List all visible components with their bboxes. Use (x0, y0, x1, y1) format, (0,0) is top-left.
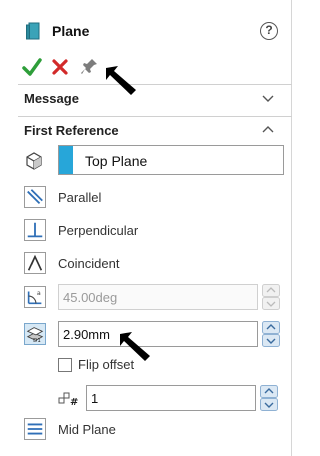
parallel-icon[interactable] (24, 186, 46, 208)
coincident-icon[interactable] (24, 252, 46, 274)
property-manager-panel: Plane ? Message First Reference Top Plan… (0, 0, 292, 456)
instance-count-icon: # (58, 392, 78, 407)
mid-plane-label: Mid Plane (58, 422, 116, 437)
svg-text:a: a (37, 290, 41, 297)
cursor-arrow-icon (120, 332, 150, 361)
first-reference-section-header[interactable]: First Reference (18, 116, 292, 142)
svg-text:D1: D1 (33, 338, 41, 344)
perpendicular-option[interactable]: Perpendicular (24, 219, 284, 243)
angle-icon[interactable]: a (24, 286, 46, 308)
angle-row: a 45.00deg (24, 284, 286, 310)
angle-input[interactable]: 45.00deg (58, 284, 258, 310)
instances-row: # 1 (58, 385, 286, 411)
parallel-label: Parallel (58, 190, 102, 205)
instances-input[interactable]: 1 (86, 385, 256, 411)
face-selection-icon (26, 152, 42, 170)
pushpin-icon[interactable] (80, 56, 100, 78)
first-reference-value: Top Plane (85, 153, 148, 169)
perpendicular-label: Perpendicular (58, 223, 139, 238)
first-reference-selection-row: Top Plane (24, 145, 284, 177)
coincident-option[interactable]: Coincident (24, 252, 284, 276)
panel-header: Plane ? (0, 0, 292, 48)
chevron-down-icon[interactable] (262, 93, 274, 103)
panel-title: Plane (52, 23, 90, 39)
x-icon[interactable] (50, 56, 70, 78)
mid-plane-option[interactable]: Mid Plane (24, 418, 284, 442)
cursor-arrow-icon (106, 66, 136, 95)
offset-distance-input[interactable]: 2.90mm (58, 321, 258, 347)
svg-text:#: # (70, 397, 78, 407)
message-section-label: Message (24, 91, 79, 106)
first-reference-section-label: First Reference (24, 123, 119, 138)
angle-spinner-icon[interactable] (262, 284, 280, 310)
parallel-option[interactable]: Parallel (24, 186, 284, 210)
first-reference-selection-box[interactable]: Top Plane (58, 145, 284, 175)
coincident-label: Coincident (58, 256, 120, 271)
offset-spinner-icon[interactable] (262, 321, 280, 347)
flip-offset-checkbox[interactable] (58, 358, 72, 372)
checkmark-icon[interactable] (22, 56, 42, 78)
perpendicular-icon[interactable] (24, 219, 46, 241)
mid-plane-icon[interactable] (24, 418, 46, 440)
message-section-header[interactable]: Message (18, 84, 292, 110)
selection-color-swatch (59, 146, 73, 174)
offset-distance-icon[interactable]: D1 (24, 323, 46, 345)
help-icon[interactable]: ? (260, 22, 278, 40)
instances-spinner-icon[interactable] (260, 385, 278, 411)
plane-feature-icon (26, 22, 40, 40)
offset-distance-row: D1 2.90mm (24, 321, 286, 347)
chevron-up-icon[interactable] (262, 125, 274, 135)
